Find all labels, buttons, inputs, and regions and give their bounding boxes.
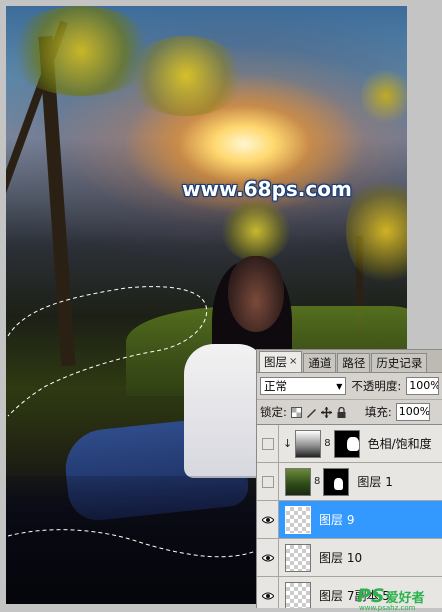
- lock-transparent-pixels-icon[interactable]: [290, 406, 302, 418]
- layer-name[interactable]: 图层 10: [319, 549, 362, 566]
- visibility-toggle[interactable]: [257, 577, 279, 608]
- fill-field[interactable]: 100%: [395, 403, 430, 421]
- layer-row[interactable]: 图层 9: [257, 501, 442, 539]
- tab-history[interactable]: 历史记录: [371, 353, 428, 372]
- blend-row: 正常 ▼ 不透明度: 100%: [257, 373, 442, 400]
- eye-icon: [261, 516, 274, 523]
- layer-mask-thumbnail[interactable]: [333, 429, 360, 458]
- layer-name[interactable]: 图层 9: [319, 511, 354, 528]
- visibility-toggle[interactable]: [257, 463, 279, 500]
- opacity-label: 不透明度:: [351, 379, 402, 393]
- layer-thumbnail[interactable]: [285, 581, 311, 608]
- layer-name[interactable]: 图层 1: [357, 473, 392, 490]
- layer-thumbnail[interactable]: [285, 505, 311, 534]
- tab-label: 通道: [308, 356, 332, 370]
- visibility-toggle[interactable]: [257, 539, 279, 576]
- layer-row[interactable]: 图层 10: [257, 539, 442, 577]
- tab-channels[interactable]: 通道: [303, 353, 337, 372]
- visibility-off-box: [261, 437, 274, 450]
- opacity-field[interactable]: 100%: [406, 377, 439, 395]
- eye-icon: [261, 592, 274, 599]
- tab-label: 图层: [264, 355, 287, 369]
- layer-thumbnail[interactable]: [285, 543, 311, 572]
- lock-row: 锁定: 填充: 100%: [257, 400, 442, 425]
- tab-layers[interactable]: 图层 ×: [259, 351, 303, 372]
- watermark-text: www.68ps.com: [182, 177, 352, 201]
- site-logo: PS 爱好者 www.psahz.com: [357, 585, 425, 612]
- logo-url: www.psahz.com: [359, 604, 416, 612]
- blend-mode-select[interactable]: 正常 ▼: [260, 377, 347, 395]
- visibility-toggle[interactable]: [257, 425, 279, 462]
- lock-label: 锁定:: [260, 405, 287, 419]
- chain-link-icon[interactable]: 8: [324, 438, 330, 449]
- eye-icon: [261, 554, 274, 561]
- lock-all-icon[interactable]: [336, 406, 347, 418]
- tab-label: 历史记录: [376, 356, 423, 370]
- tab-paths[interactable]: 路径: [337, 353, 371, 372]
- chain-link-icon[interactable]: 8: [314, 476, 320, 487]
- fill-label: 填充:: [364, 405, 392, 419]
- adjustment-thumbnail[interactable]: [295, 429, 322, 458]
- mask-shape: [346, 436, 359, 451]
- dropdown-arrow-icon: ▼: [336, 381, 343, 391]
- layer-name[interactable]: 色相/饱和度: [368, 435, 432, 452]
- visibility-toggle[interactable]: [257, 501, 279, 538]
- layer-row[interactable]: 8 图层 1: [257, 463, 442, 501]
- panel-tabs: 图层 × 通道 路径 历史记录: [257, 350, 442, 373]
- layer-mask-thumbnail[interactable]: [323, 467, 350, 496]
- layer-thumbnail[interactable]: [285, 467, 311, 496]
- blend-mode-value: 正常: [264, 379, 287, 393]
- layer-row[interactable]: ↓ 8 色相/饱和度: [257, 425, 442, 463]
- tab-label: 路径: [342, 356, 366, 370]
- clipping-arrow-icon: ↓: [283, 437, 293, 450]
- layers-list: ↓ 8 色相/饱和度 8 图层 1 图层 9 图层 10 图层 7副本 5: [257, 425, 442, 608]
- layers-panel[interactable]: 图层 × 通道 路径 历史记录 正常 ▼ 不透明度: 100% 锁定: 填充: …: [256, 349, 442, 608]
- lock-image-pixels-icon[interactable]: [306, 407, 317, 418]
- visibility-off-box: [261, 475, 274, 488]
- mask-shape: [334, 477, 344, 490]
- lock-position-icon[interactable]: [320, 406, 332, 418]
- close-icon[interactable]: ×: [289, 353, 297, 371]
